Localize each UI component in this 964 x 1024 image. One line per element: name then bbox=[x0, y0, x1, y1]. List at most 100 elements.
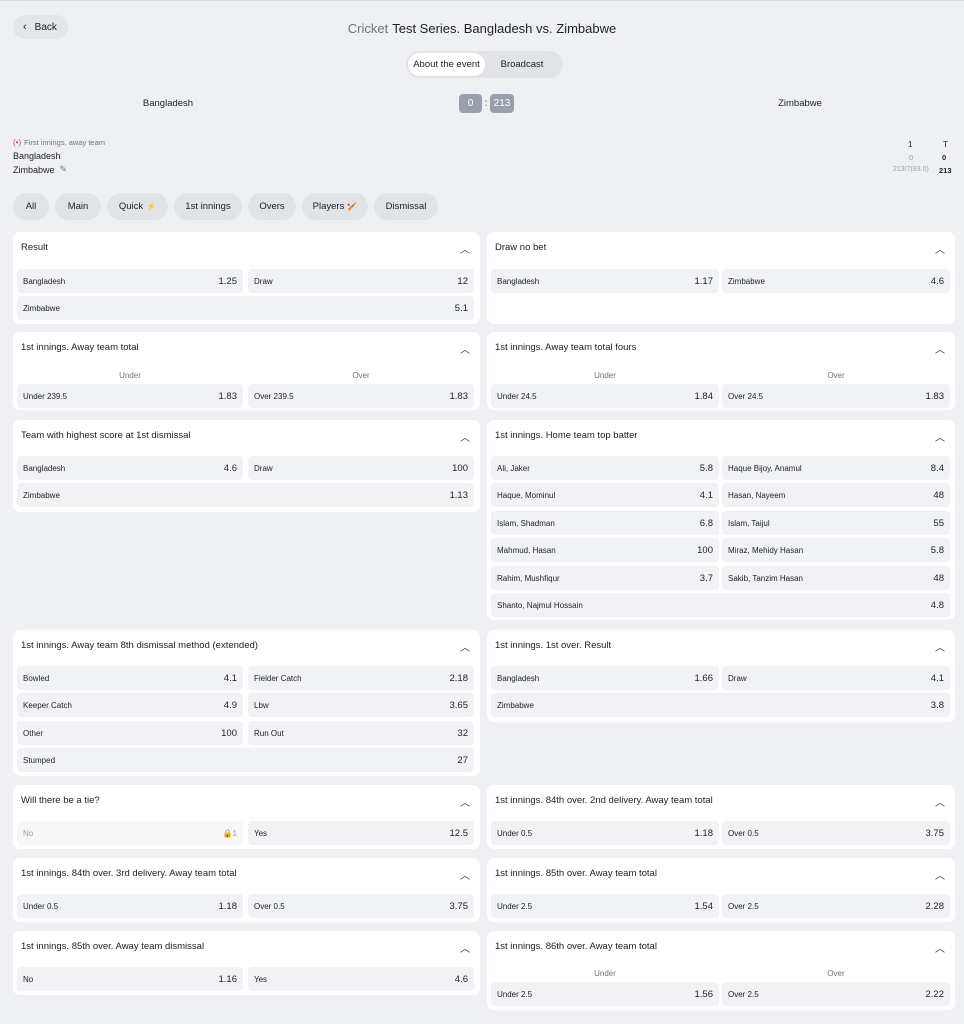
odds-cell[interactable]: Ali, Jaker 5.8 bbox=[491, 456, 719, 480]
market-title: 1st innings. 85th over. Away team total bbox=[495, 868, 657, 879]
outcome-label: Under 2.5 bbox=[497, 901, 533, 911]
odds-cell[interactable]: Over 2.5 2.28 bbox=[722, 894, 950, 918]
odds-value: 1 bbox=[232, 828, 237, 838]
odds-cell[interactable]: Bangladesh 1.66 bbox=[491, 666, 719, 690]
odds-cell[interactable]: Over 2.5 2.22 bbox=[722, 982, 950, 1006]
market-card-1st-over: 1st innings. 1st over. Result ︿ Banglade… bbox=[487, 630, 955, 722]
odds-cell[interactable]: Over 0.5 3.75 bbox=[722, 821, 950, 845]
outcome-label: Lbw bbox=[254, 700, 269, 710]
odds-cell[interactable]: Bangladesh 1.17 bbox=[491, 269, 719, 293]
odds-cell[interactable]: Bangladesh 4.6 bbox=[17, 456, 243, 480]
odds-cell[interactable]: Islam, Shadman 6.8 bbox=[491, 511, 719, 535]
odds-cell[interactable]: Under 24.5 1.84 bbox=[491, 384, 719, 408]
odds-value: 4.9 bbox=[223, 699, 237, 711]
odds-cell[interactable]: Run Out 32 bbox=[248, 721, 474, 745]
odds-cell[interactable]: Miraz, Mehidy Hasan 5.8 bbox=[722, 538, 950, 562]
outcome-label: Ali, Jaker bbox=[497, 463, 530, 473]
chevron-up-icon[interactable]: ︿ bbox=[460, 241, 470, 256]
odds-value: 5.1 bbox=[454, 302, 468, 314]
top-border bbox=[0, 0, 964, 1]
odds-cell[interactable]: Other 100 bbox=[17, 721, 243, 745]
locked-odds: 🔒1 bbox=[223, 829, 237, 838]
odds-cell[interactable]: Under 2.5 1.54 bbox=[491, 894, 719, 918]
odds-cell[interactable]: Under 239.5 1.83 bbox=[17, 384, 243, 408]
odds-cell-locked: No 🔒1 bbox=[17, 821, 243, 845]
odds-cell[interactable]: Haque, Mominul 4.1 bbox=[491, 483, 719, 507]
chevron-up-icon[interactable]: ︿ bbox=[460, 867, 470, 882]
odds-cell[interactable]: Hasan, Nayeem 48 bbox=[722, 483, 950, 507]
chevron-up-icon[interactable]: ︿ bbox=[460, 639, 470, 654]
odds-cell[interactable]: Zimbabwe 5.1 bbox=[17, 296, 474, 320]
odds-cell[interactable]: Lbw 3.65 bbox=[248, 693, 474, 717]
filter-all[interactable]: All bbox=[13, 193, 49, 220]
innings-status: First innings, away team bbox=[24, 138, 106, 147]
odds-cell[interactable]: Haque Bijoy, Anamul 8.4 bbox=[722, 456, 950, 480]
outcome-label: Over 239.5 bbox=[254, 391, 294, 401]
market-card-draw-no-bet: Draw no bet ︿ Bangladesh 1.17 Zimbabwe 4.6 bbox=[487, 232, 955, 324]
tab-broadcast[interactable]: Broadcast bbox=[485, 53, 559, 76]
filter-dismissal[interactable]: Dismissal bbox=[374, 193, 438, 220]
odds-cell[interactable]: Stumped 27 bbox=[17, 748, 474, 772]
odds-cell[interactable]: Under 0.5 1.18 bbox=[491, 821, 719, 845]
odds-cell[interactable]: Bangladesh 1.25 bbox=[17, 269, 243, 293]
chevron-up-icon[interactable]: ︿ bbox=[935, 341, 945, 356]
odds-cell[interactable]: Sakib, Tanzim Hasan 48 bbox=[722, 566, 950, 590]
odds-cell[interactable]: Fielder Catch 2.18 bbox=[248, 666, 474, 690]
outcome-label: Draw bbox=[254, 463, 273, 473]
tab-about-event[interactable]: About the event bbox=[408, 53, 485, 76]
chevron-up-icon[interactable]: ︿ bbox=[935, 241, 945, 256]
chevron-up-icon[interactable]: ︿ bbox=[460, 794, 470, 809]
lightning-icon: ⚡ bbox=[146, 202, 157, 211]
odds-cell[interactable]: Yes 12.5 bbox=[248, 821, 474, 845]
odds-value: 1.56 bbox=[694, 988, 714, 1000]
column-header-over: Over bbox=[352, 371, 370, 380]
filter-1st-innings[interactable]: 1st innings bbox=[174, 193, 242, 220]
odds-value: 100 bbox=[697, 544, 713, 556]
chevron-up-icon[interactable]: ︿ bbox=[460, 429, 470, 444]
outcome-label: Mahmud, Hasan bbox=[497, 545, 556, 555]
odds-cell[interactable]: Under 0.5 1.18 bbox=[17, 894, 243, 918]
odds-cell[interactable]: Draw 4.1 bbox=[722, 666, 950, 690]
odds-cell[interactable]: No 1.16 bbox=[17, 967, 243, 991]
odds-cell[interactable]: Mahmud, Hasan 100 bbox=[491, 538, 719, 562]
filter-overs[interactable]: Overs bbox=[248, 193, 296, 220]
odds-cell[interactable]: Bowled 4.1 bbox=[17, 666, 243, 690]
outcome-label: Over 0.5 bbox=[728, 828, 759, 838]
filter-main[interactable]: Main bbox=[55, 193, 101, 220]
odds-cell[interactable]: Over 24.5 1.83 bbox=[722, 384, 950, 408]
outcome-label: Islam, Shadman bbox=[497, 518, 555, 528]
odds-cell[interactable]: Shanto, Najmul Hossain 4.8 bbox=[491, 593, 950, 617]
filter-players[interactable]: Players 🏏 bbox=[302, 193, 368, 220]
market-title: 1st innings. 1st over. Result bbox=[495, 640, 612, 651]
odds-cell[interactable]: Islam, Taijul 55 bbox=[722, 511, 950, 535]
market-card-dismissal-method: 1st innings. Away team 8th dismissal met… bbox=[13, 630, 480, 776]
odds-cell[interactable]: Over 239.5 1.83 bbox=[248, 384, 474, 408]
market-title: Team with highest score at 1st dismissal bbox=[21, 430, 191, 441]
chevron-up-icon[interactable]: ︿ bbox=[935, 794, 945, 809]
odds-cell[interactable]: Under 2.5 1.56 bbox=[491, 982, 719, 1006]
odds-cell[interactable]: Draw 100 bbox=[248, 456, 474, 480]
odds-cell[interactable]: Zimbabwe 1.13 bbox=[17, 483, 474, 507]
page-title: Cricket Test Series. Bangladesh vs. Zimba… bbox=[0, 21, 964, 36]
odds-value: 4.6 bbox=[223, 462, 237, 474]
chevron-up-icon[interactable]: ︿ bbox=[935, 867, 945, 882]
chevron-up-icon[interactable]: ︿ bbox=[935, 940, 945, 955]
odds-cell[interactable]: Zimbabwe 3.8 bbox=[491, 693, 950, 717]
odds-cell[interactable]: Yes 4.6 bbox=[248, 967, 474, 991]
filter-players-label: Players bbox=[312, 201, 345, 212]
market-card-away-fours: 1st innings. Away team total fours ︿ Und… bbox=[487, 332, 955, 410]
odds-cell[interactable]: Zimbabwe 4.6 bbox=[722, 269, 950, 293]
odds-value: 1.54 bbox=[694, 900, 714, 912]
odds-cell[interactable]: Draw 12 bbox=[248, 269, 474, 293]
odds-cell[interactable]: Over 0.5 3.75 bbox=[248, 894, 474, 918]
filter-quick[interactable]: Quick ⚡ bbox=[107, 193, 168, 220]
chevron-up-icon[interactable]: ︿ bbox=[460, 341, 470, 356]
odds-value: 1.16 bbox=[218, 973, 238, 985]
odds-cell[interactable]: Keeper Catch 4.9 bbox=[17, 693, 243, 717]
chevron-up-icon[interactable]: ︿ bbox=[935, 639, 945, 654]
chevron-up-icon[interactable]: ︿ bbox=[935, 429, 945, 444]
odds-value: 1.83 bbox=[218, 390, 238, 402]
market-card-tie: Will there be a tie? ︿ No 🔒1 Yes 12.5 bbox=[13, 785, 480, 849]
chevron-up-icon[interactable]: ︿ bbox=[460, 940, 470, 955]
odds-cell[interactable]: Rahim, Mushfiqur 3.7 bbox=[491, 566, 719, 590]
